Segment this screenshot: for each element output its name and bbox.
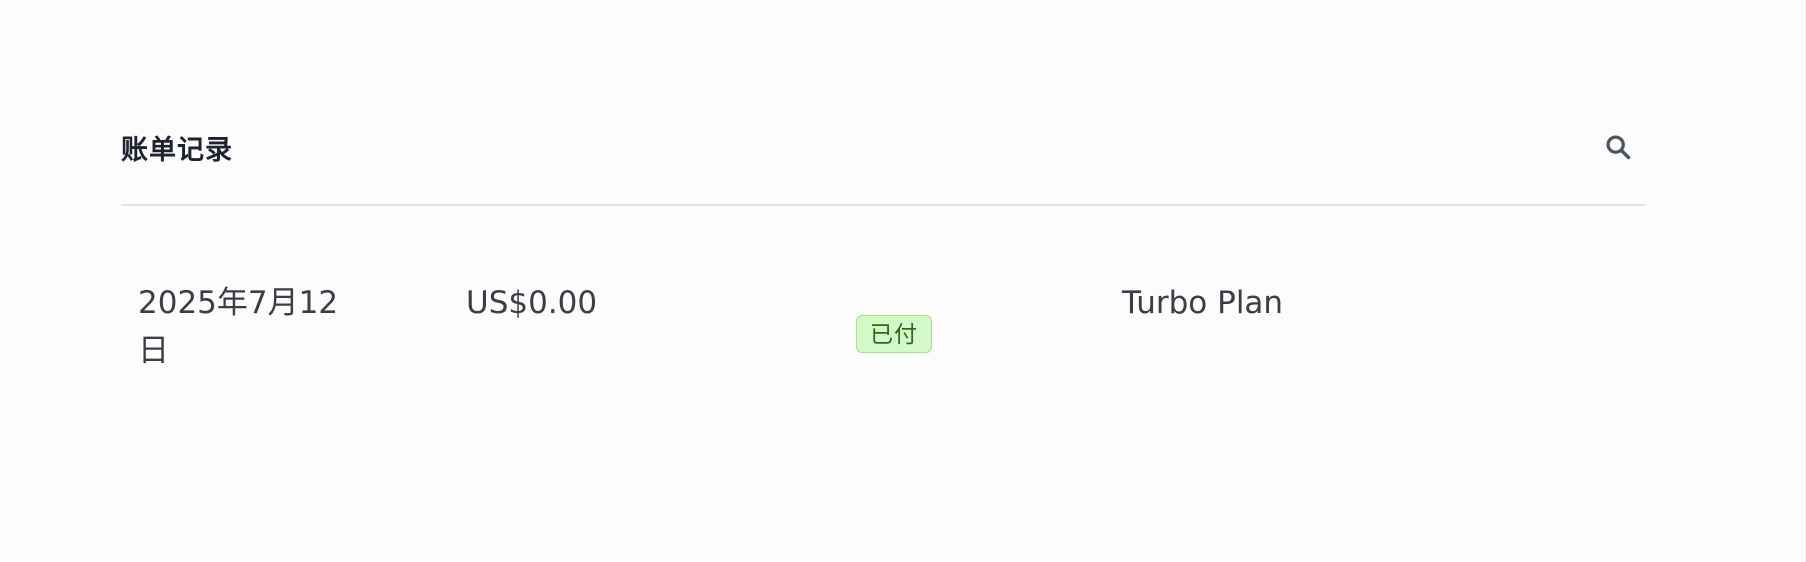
page: 账单记录 2025年7月12日 US$0.00 已付 Turbo Plan xyxy=(0,0,1806,562)
invoice-date: 2025年7月12日 xyxy=(138,285,339,369)
billing-history-panel: 账单记录 2025年7月12日 US$0.00 已付 Turbo Plan xyxy=(121,100,1645,386)
status-badge: 已付 xyxy=(856,315,932,353)
plan-name: Turbo Plan xyxy=(1122,285,1284,321)
invoice-amount: US$0.00 xyxy=(466,285,598,321)
table-row[interactable]: 2025年7月12日 US$0.00 已付 Turbo Plan xyxy=(121,206,1645,386)
search-button[interactable] xyxy=(1601,132,1635,166)
status-cell: 已付 xyxy=(856,308,932,356)
search-icon xyxy=(1604,133,1632,165)
page-title: 账单记录 xyxy=(121,135,233,166)
billing-header: 账单记录 xyxy=(121,100,1645,206)
